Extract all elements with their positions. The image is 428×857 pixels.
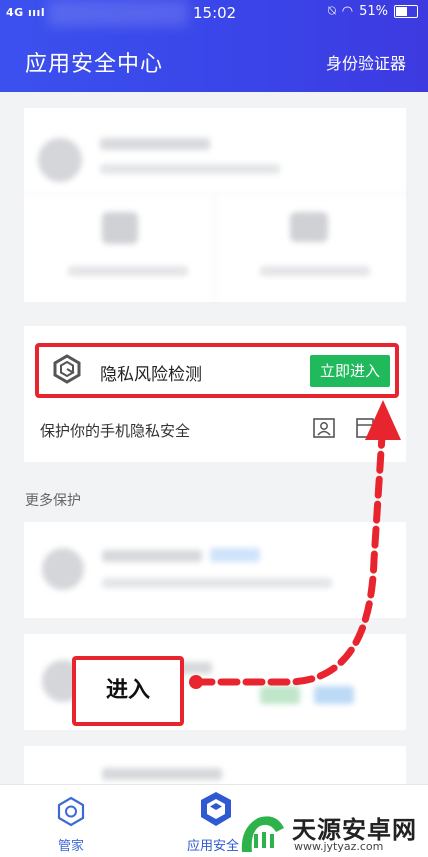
hexagon-icon xyxy=(57,796,85,827)
nav-item-guardian[interactable] xyxy=(55,795,87,827)
section-label: 更多保护 xyxy=(25,493,81,509)
nav-label-guardian[interactable]: 管家 xyxy=(58,835,84,854)
app-header: 4G ıııl 15:02 ⍉ ◠ 51% 应用安全中心 身份验证器 xyxy=(0,0,428,92)
status-right: ⍉ ◠ 51% xyxy=(328,4,418,19)
watermark: 天源安卓网 www.jytyaz.com xyxy=(236,808,428,856)
authenticator-link[interactable]: 身份验证器 xyxy=(326,50,406,74)
status-bar: 4G ıııl 15:02 ⍉ ◠ 51% xyxy=(0,0,428,28)
blurred-card-1 xyxy=(24,522,406,618)
page-title: 应用安全中心 xyxy=(25,52,164,77)
wifi-icon: ◠ xyxy=(341,4,354,19)
privacy-subtitle: 保护你的手机隐私安全 xyxy=(40,422,191,440)
highlight-frame xyxy=(35,343,399,398)
status-time: 15:02 xyxy=(193,4,237,22)
portrait-icon xyxy=(313,418,335,438)
battery-percent: 51% xyxy=(359,4,388,19)
enter-annotation-label: 进入 xyxy=(72,656,184,726)
watermark-url: www.jytyaz.com xyxy=(294,840,384,853)
blurred-summary-card xyxy=(24,108,406,302)
mute-icon: ⍉ xyxy=(327,4,336,19)
android-logo-icon xyxy=(241,816,284,852)
blurred-status-area xyxy=(48,0,188,26)
document-icon xyxy=(356,418,374,438)
nav-item-app-security[interactable] xyxy=(196,789,236,829)
network-indicator: 4G ıııl xyxy=(6,6,46,19)
cube-shield-icon xyxy=(201,792,231,826)
battery-icon xyxy=(394,5,418,18)
nav-label-app-security[interactable]: 应用安全 xyxy=(187,835,239,854)
